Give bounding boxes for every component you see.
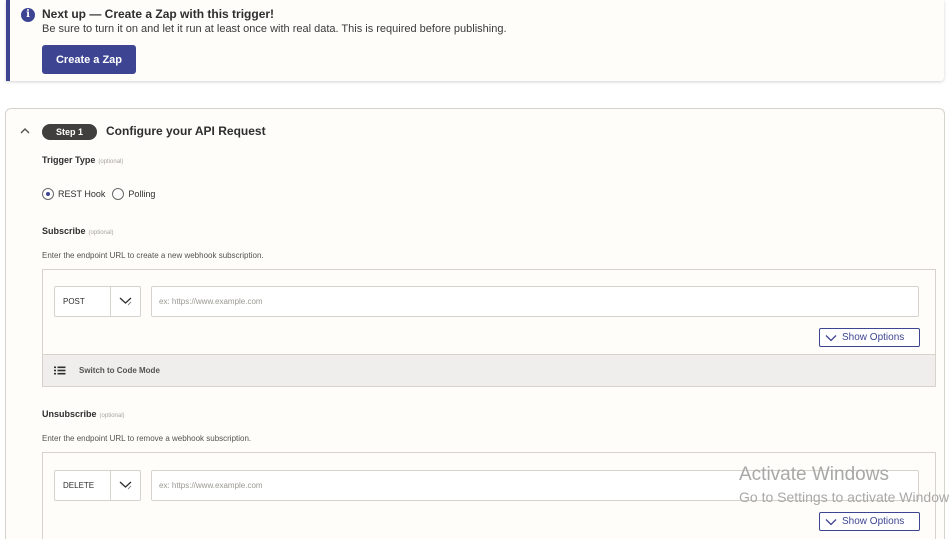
subscribe-method-select[interactable]: POST xyxy=(54,286,141,317)
chevron-down-icon xyxy=(825,519,837,526)
optional-tag: (optional) xyxy=(99,413,125,419)
info-icon: i xyxy=(21,8,35,22)
unsubscribe-method-select[interactable]: DELETE xyxy=(54,470,141,501)
chevron-down-icon[interactable] xyxy=(110,287,140,316)
subscribe-show-options-button[interactable]: Show Options xyxy=(819,328,920,347)
trigger-type-label: Trigger Type (optional) xyxy=(42,155,123,165)
banner-description: Be sure to turn it on and let it run at … xyxy=(42,23,507,35)
unsubscribe-label: Unsubscribe (optional) xyxy=(42,409,125,419)
rest-hook-label[interactable]: REST Hook xyxy=(58,189,105,199)
chevron-up-icon[interactable] xyxy=(20,126,30,136)
trigger-type-label-text: Trigger Type xyxy=(42,155,96,165)
subscribe-request-panel: POST Show Options Switch to Code Mode xyxy=(42,269,936,387)
polling-label[interactable]: Polling xyxy=(128,189,155,199)
subscribe-help-text: Enter the endpoint URL to create a new w… xyxy=(42,251,264,260)
activate-windows-subtitle: Go to Settings to activate Windows. xyxy=(739,489,949,505)
optional-tag: (optional) xyxy=(88,230,114,236)
activate-windows-title: Activate Windows xyxy=(739,464,889,485)
show-options-label: Show Options xyxy=(842,516,905,527)
banner-title: Next up — Create a Zap with this trigger… xyxy=(42,7,275,21)
rest-hook-radio[interactable] xyxy=(42,188,54,200)
subscribe-method-value: POST xyxy=(63,297,85,306)
step-title: Configure your API Request xyxy=(106,124,266,138)
switch-to-code-mode[interactable]: Switch to Code Mode xyxy=(43,354,935,386)
subscribe-url-input[interactable] xyxy=(151,286,919,317)
show-options-label: Show Options xyxy=(842,332,905,343)
unsubscribe-label-text: Unsubscribe xyxy=(42,409,97,419)
subscribe-label-text: Subscribe xyxy=(42,226,86,236)
trigger-type-radio-group: REST Hook Polling xyxy=(42,187,162,201)
optional-tag: (optional) xyxy=(98,159,124,165)
code-mode-label: Switch to Code Mode xyxy=(79,366,160,375)
subscribe-label: Subscribe (optional) xyxy=(42,226,114,236)
create-zap-button[interactable]: Create a Zap xyxy=(42,45,136,74)
list-icon xyxy=(54,366,66,375)
polling-radio[interactable] xyxy=(112,188,125,200)
step-badge: Step 1 xyxy=(42,124,97,140)
unsubscribe-show-options-button[interactable]: Show Options xyxy=(819,512,920,531)
next-up-banner: i Next up — Create a Zap with this trigg… xyxy=(6,0,944,81)
chevron-down-icon[interactable] xyxy=(110,471,140,500)
unsubscribe-help-text: Enter the endpoint URL to remove a webho… xyxy=(42,434,252,443)
unsubscribe-method-value: DELETE xyxy=(63,481,95,490)
chevron-down-icon xyxy=(825,335,837,342)
